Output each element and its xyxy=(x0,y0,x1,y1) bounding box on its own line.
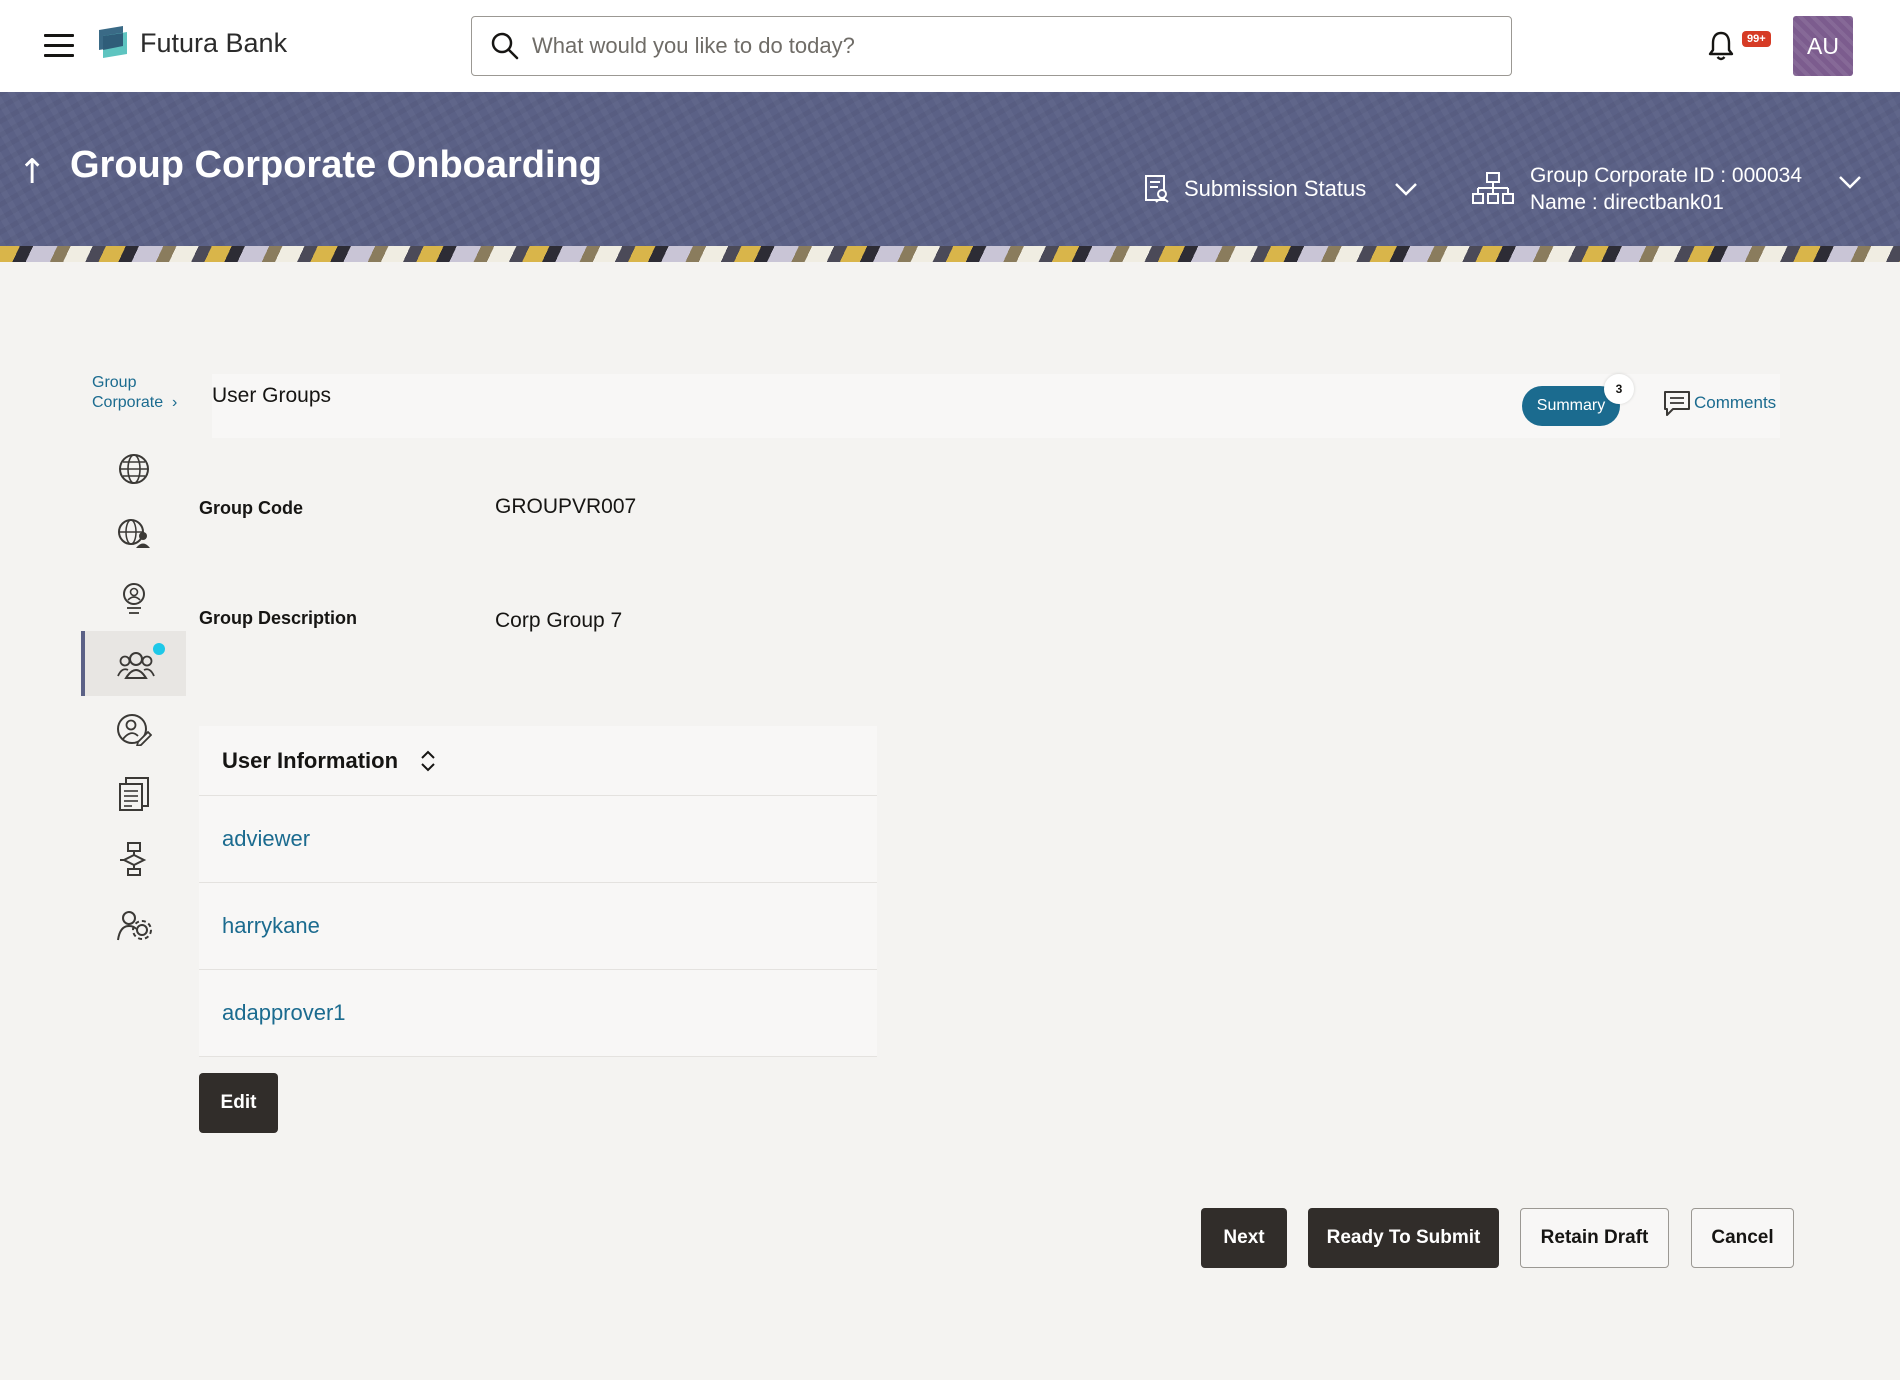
group-corporate-name: Name : directbank01 xyxy=(1530,191,1724,214)
next-button[interactable]: Next xyxy=(1201,1208,1287,1268)
user-link[interactable]: adviewer xyxy=(222,826,310,852)
group-description-value: Corp Group 7 xyxy=(495,609,623,632)
group-code-label: Group Code xyxy=(199,498,303,518)
ready-to-submit-button[interactable]: Ready To Submit xyxy=(1308,1208,1499,1268)
group-description-label: Group Description xyxy=(199,608,358,628)
search-box[interactable] xyxy=(471,16,1512,76)
banner-decorative-strip xyxy=(0,246,1900,262)
user-avatar[interactable]: AU xyxy=(1793,16,1853,76)
active-step-dot xyxy=(153,643,165,655)
comment-icon xyxy=(1664,391,1690,416)
comments-label: Comments xyxy=(1694,393,1777,412)
org-hierarchy-icon xyxy=(1472,172,1514,204)
chevron-right-icon: › xyxy=(172,394,178,411)
documents-icon xyxy=(118,776,149,811)
user-information-header: User Information xyxy=(199,726,877,796)
submission-status-dropdown[interactable]: Submission Status xyxy=(1144,174,1418,204)
section-header: User Groups Summary 3 Comments xyxy=(212,374,1780,438)
user-link[interactable]: adapprover1 xyxy=(222,1000,346,1026)
brand-name: Futura Bank xyxy=(140,28,288,58)
breadcrumb-line2: Corporate xyxy=(92,394,164,411)
breadcrumb-group-corporate[interactable]: Group Corporate › xyxy=(92,373,177,413)
user-information-table: User Information adviewer harrykane adap… xyxy=(199,726,877,1057)
nav-step-workflow[interactable] xyxy=(81,826,186,891)
user-link[interactable]: harrykane xyxy=(222,913,320,939)
user-profile-icon xyxy=(122,582,145,614)
page-banner: ↑ Group Corporate Onboarding Submission … xyxy=(0,92,1900,262)
cancel-button[interactable]: Cancel xyxy=(1691,1208,1794,1268)
nav-step-globe-user[interactable] xyxy=(81,501,186,566)
search-icon xyxy=(491,32,519,60)
table-row: harrykane xyxy=(199,883,877,970)
sort-icon[interactable] xyxy=(420,750,436,772)
submission-status-label: Submission Status xyxy=(1184,176,1367,201)
nav-step-settings[interactable] xyxy=(81,891,186,956)
user-information-title: User Information xyxy=(222,747,399,773)
user-edit-icon xyxy=(116,713,152,746)
nav-step-user-edit[interactable] xyxy=(81,696,186,761)
globe-icon xyxy=(118,453,149,484)
user-group-icon xyxy=(116,651,155,679)
retain-draft-button[interactable]: Retain Draft xyxy=(1520,1208,1669,1268)
nav-step-user-groups[interactable] xyxy=(81,631,186,696)
submission-document-icon xyxy=(1145,175,1169,203)
section-title: User Groups xyxy=(212,384,332,407)
comments-link[interactable]: Comments xyxy=(1662,388,1776,418)
edit-button[interactable]: Edit xyxy=(199,1073,278,1133)
search-input[interactable] xyxy=(532,27,1492,65)
chevron-down-icon xyxy=(1395,183,1418,196)
group-code-value: GROUPVR007 xyxy=(495,495,637,518)
back-arrow-icon[interactable]: ↑ xyxy=(18,152,47,192)
nav-step-user-profile[interactable] xyxy=(81,566,186,631)
table-row: adapprover1 xyxy=(199,970,877,1057)
futura-bank-logo-icon xyxy=(99,26,127,58)
summary-count-badge: 3 xyxy=(1604,374,1634,404)
globe-user-icon xyxy=(117,518,150,548)
nav-step-documents[interactable] xyxy=(81,761,186,826)
notification-count-badge: 99+ xyxy=(1742,31,1771,47)
page-title: Group Corporate Onboarding xyxy=(70,144,602,186)
group-corporate-selector[interactable]: Group Corporate ID : 000034 Name : direc… xyxy=(1472,162,1802,216)
chevron-down-icon[interactable] xyxy=(1838,174,1862,190)
nav-step-globe[interactable] xyxy=(81,436,186,501)
table-row: adviewer xyxy=(199,796,877,883)
workflow-icon xyxy=(119,841,146,876)
notification-bell-icon[interactable] xyxy=(1707,30,1735,62)
top-bar: Futura Bank 99+ AU xyxy=(0,0,1900,92)
group-corporate-id: Group Corporate ID : 000034 xyxy=(1530,164,1802,187)
onboarding-step-nav xyxy=(81,436,186,956)
user-settings-icon xyxy=(116,910,152,940)
breadcrumb-line1: Group xyxy=(92,374,137,391)
hamburger-menu-icon[interactable] xyxy=(44,34,74,58)
